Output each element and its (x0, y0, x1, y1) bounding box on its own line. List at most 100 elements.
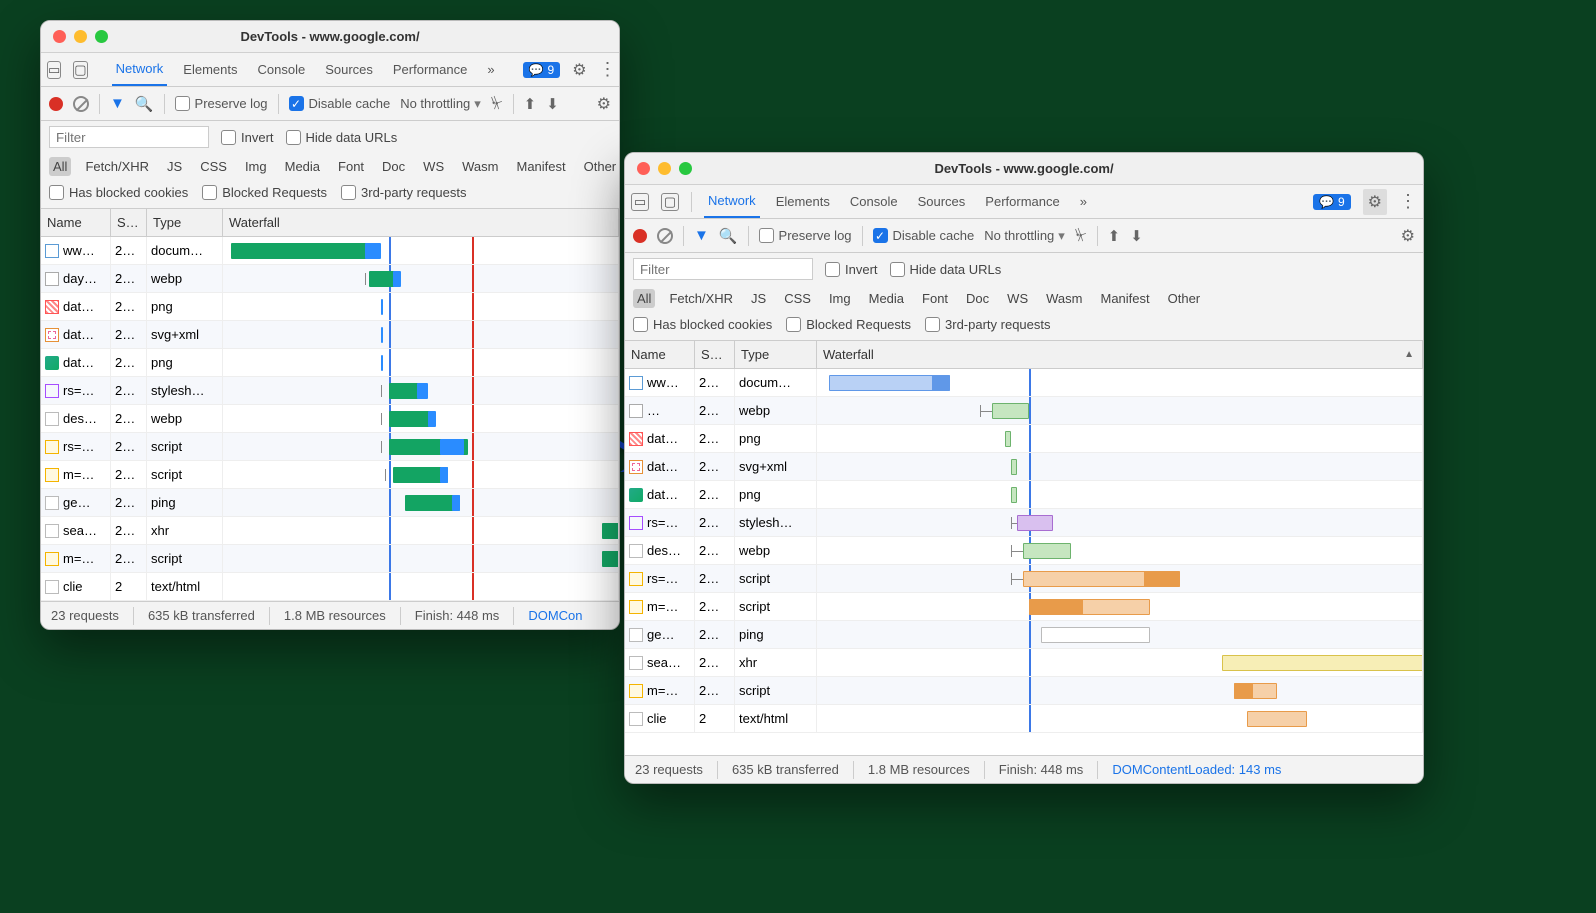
panel-settings-icon[interactable]: ⚙ (1401, 226, 1415, 246)
has-blocked-cookies-checkbox[interactable]: Has blocked cookies (49, 185, 188, 200)
download-icon[interactable]: ⬇ (1130, 227, 1143, 245)
col-name[interactable]: Name (41, 209, 111, 236)
tab-sources[interactable]: Sources (914, 185, 970, 218)
table-row[interactable]: day…2…webp (41, 265, 619, 293)
device-toggle-icon[interactable]: ▢ (661, 193, 679, 211)
filter-chip-js[interactable]: JS (747, 289, 770, 308)
tab-performance[interactable]: Performance (981, 185, 1063, 218)
tab-more[interactable]: » (483, 53, 498, 86)
tab-console[interactable]: Console (846, 185, 902, 218)
filter-icon[interactable]: ▼ (110, 95, 125, 112)
tab-elements[interactable]: Elements (179, 53, 241, 86)
col-type[interactable]: Type (735, 341, 817, 368)
filter-chip-ws[interactable]: WS (419, 157, 448, 176)
table-row[interactable]: ge…2…ping (625, 621, 1423, 649)
settings-icon[interactable]: ⚙ (572, 60, 586, 80)
col-type[interactable]: Type (147, 209, 223, 236)
tab-more[interactable]: » (1076, 185, 1091, 218)
filter-chip-img[interactable]: Img (825, 289, 855, 308)
filter-chip-ws[interactable]: WS (1003, 289, 1032, 308)
table-row[interactable]: rs=…2…script (41, 433, 619, 461)
third-party-checkbox[interactable]: 3rd-party requests (341, 185, 467, 200)
table-row[interactable]: rs=…2…stylesh… (625, 509, 1423, 537)
col-status[interactable]: S… (111, 209, 147, 236)
filter-icon[interactable]: ▼ (694, 227, 709, 244)
col-waterfall[interactable]: Waterfall (223, 209, 619, 236)
disable-cache-checkbox[interactable]: ✓Disable cache (289, 96, 391, 111)
window-titlebar[interactable]: DevTools - www.google.com/ (625, 153, 1423, 185)
tab-network[interactable]: Network (112, 53, 168, 86)
clear-icon[interactable] (73, 96, 89, 112)
record-icon[interactable] (633, 229, 647, 243)
table-row[interactable]: …2…webp (625, 397, 1423, 425)
filter-chip-manifest[interactable]: Manifest (1096, 289, 1153, 308)
close-icon[interactable] (53, 30, 66, 43)
table-row[interactable]: dat…2…svg+xml (41, 321, 619, 349)
table-row[interactable]: clie2text/html (625, 705, 1423, 733)
zoom-icon[interactable] (95, 30, 108, 43)
search-icon[interactable]: 🔍 (719, 227, 738, 245)
blocked-requests-checkbox[interactable]: Blocked Requests (202, 185, 327, 200)
table-row[interactable]: sea…2…xhr (625, 649, 1423, 677)
preserve-log-checkbox[interactable]: Preserve log (175, 96, 268, 111)
table-row[interactable]: dat…2…png (41, 349, 619, 377)
table-row[interactable]: ww…2…docum… (41, 237, 619, 265)
issues-badge[interactable]: 💬 9 (1313, 194, 1351, 210)
filter-chip-wasm[interactable]: Wasm (458, 157, 502, 176)
search-icon[interactable]: 🔍 (135, 95, 154, 113)
filter-chip-doc[interactable]: Doc (962, 289, 993, 308)
table-row[interactable]: m=…2…script (41, 545, 619, 573)
table-row[interactable]: ge…2…ping (41, 489, 619, 517)
col-waterfall[interactable]: Waterfall▲ (817, 341, 1423, 368)
filter-chip-fetchxhr[interactable]: Fetch/XHR (81, 157, 153, 176)
download-icon[interactable]: ⬇ (546, 95, 559, 113)
filter-input[interactable] (49, 126, 209, 148)
table-row[interactable]: dat…2…png (625, 425, 1423, 453)
device-toggle-icon[interactable]: ▢ (73, 61, 87, 79)
tab-performance[interactable]: Performance (389, 53, 471, 86)
table-row[interactable]: clie2text/html (41, 573, 619, 601)
tab-console[interactable]: Console (253, 53, 309, 86)
upload-icon[interactable]: ⬆ (524, 95, 537, 113)
filter-chip-all[interactable]: All (49, 157, 71, 176)
filter-chip-doc[interactable]: Doc (378, 157, 409, 176)
filter-chip-other[interactable]: Other (580, 157, 620, 176)
third-party-checkbox[interactable]: 3rd-party requests (925, 317, 1051, 332)
issues-badge[interactable]: 💬 9 (523, 62, 561, 78)
table-row[interactable]: dat…2…png (41, 293, 619, 321)
network-conditions-icon[interactable]: ⏧ (491, 95, 503, 112)
filter-input[interactable] (633, 258, 813, 280)
table-row[interactable]: sea…2…xhr (41, 517, 619, 545)
throttle-select[interactable]: No throttling▾ (400, 96, 481, 112)
filter-chip-media[interactable]: Media (281, 157, 324, 176)
table-row[interactable]: ww…2…docum… (625, 369, 1423, 397)
table-row[interactable]: rs=…2…script (625, 565, 1423, 593)
filter-chip-img[interactable]: Img (241, 157, 271, 176)
filter-chip-all[interactable]: All (633, 289, 655, 308)
filter-chip-manifest[interactable]: Manifest (512, 157, 569, 176)
table-row[interactable]: m=…2…script (625, 593, 1423, 621)
close-icon[interactable] (637, 162, 650, 175)
zoom-icon[interactable] (679, 162, 692, 175)
minimize-icon[interactable] (658, 162, 671, 175)
hide-data-urls-checkbox[interactable]: Hide data URLs (890, 262, 1002, 277)
filter-chip-fetchxhr[interactable]: Fetch/XHR (665, 289, 737, 308)
col-status[interactable]: S… (695, 341, 735, 368)
filter-chip-css[interactable]: CSS (780, 289, 815, 308)
table-row[interactable]: dat…2…svg+xml (625, 453, 1423, 481)
filter-chip-js[interactable]: JS (163, 157, 186, 176)
table-row[interactable]: m=…2…script (625, 677, 1423, 705)
clear-icon[interactable] (657, 228, 673, 244)
tab-network[interactable]: Network (704, 185, 760, 218)
has-blocked-cookies-checkbox[interactable]: Has blocked cookies (633, 317, 772, 332)
panel-settings-icon[interactable]: ⚙ (597, 94, 611, 114)
col-name[interactable]: Name (625, 341, 695, 368)
filter-chip-media[interactable]: Media (865, 289, 908, 308)
window-titlebar[interactable]: DevTools - www.google.com/ (41, 21, 619, 53)
preserve-log-checkbox[interactable]: Preserve log (759, 228, 852, 243)
tab-elements[interactable]: Elements (772, 185, 834, 218)
inspect-icon[interactable]: ▭ (47, 61, 61, 79)
filter-chip-other[interactable]: Other (1164, 289, 1205, 308)
filter-chip-font[interactable]: Font (334, 157, 368, 176)
table-row[interactable]: rs=…2…stylesh… (41, 377, 619, 405)
